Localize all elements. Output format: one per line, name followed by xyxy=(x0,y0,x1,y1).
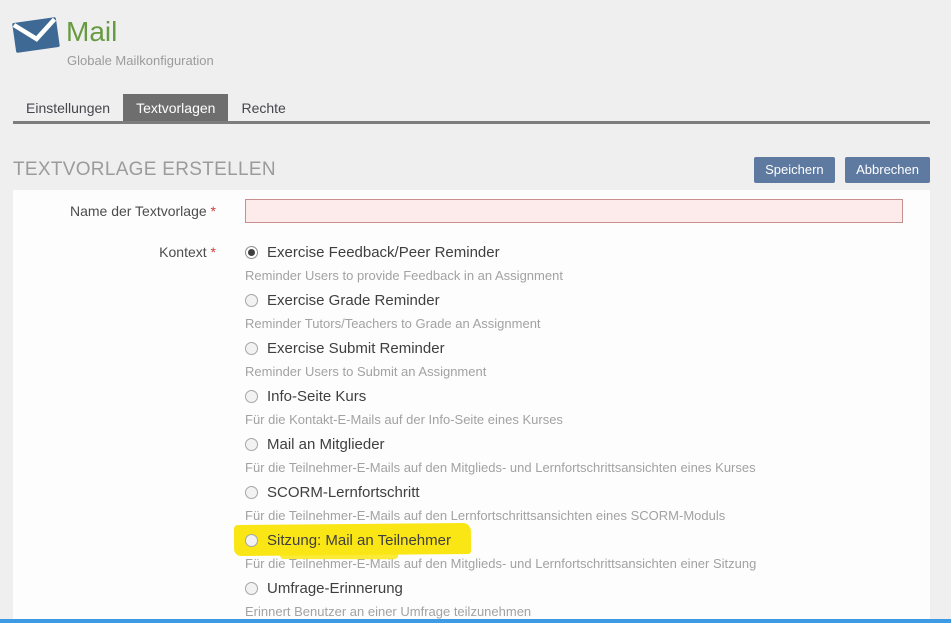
context-row: Kontext * Exercise Feedback/Peer Reminde… xyxy=(13,240,930,623)
context-option-label[interactable]: Sitzung: Mail an Teilnehmer xyxy=(267,532,451,549)
context-option-description: Für die Teilnehmer-E-Mails auf den Mitgl… xyxy=(245,456,756,480)
context-option-umfrage-erinnerung: Umfrage-Erinnerung Erinnert Benutzer an … xyxy=(245,576,756,623)
context-option-description: Reminder Tutors/Teachers to Grade an Ass… xyxy=(245,312,756,336)
window-bottom-edge xyxy=(0,619,951,623)
context-option-label[interactable]: Info-Seite Kurs xyxy=(267,388,366,405)
section-actions: Speichern Abbrechen xyxy=(748,157,930,183)
context-option-label[interactable]: Mail an Mitglieder xyxy=(267,436,385,453)
context-option-info-seite-kurs: Info-Seite Kurs Für die Kontakt-E-Mails … xyxy=(245,384,756,432)
context-option-label[interactable]: Exercise Feedback/Peer Reminder xyxy=(267,244,500,261)
tab-textvorlagen[interactable]: Textvorlagen xyxy=(123,94,228,121)
radio-button[interactable] xyxy=(245,438,258,451)
mail-configuration-page: Mail Globale Mailkonfiguration Einstellu… xyxy=(0,0,951,623)
context-option-description: Für die Kontakt-E-Mails auf der Info-Sei… xyxy=(245,408,756,432)
context-field-label: Kontext * xyxy=(13,240,245,260)
context-option-description: Reminder Users to Submit an Assignment xyxy=(245,360,756,384)
radio-button[interactable] xyxy=(245,390,258,403)
tab-einstellungen[interactable]: Einstellungen xyxy=(13,94,123,121)
context-options-list: Exercise Feedback/Peer Reminder Reminder… xyxy=(245,240,756,623)
context-field-label-text: Kontext xyxy=(159,244,206,260)
tab-rechte[interactable]: Rechte xyxy=(228,94,298,121)
required-marker: * xyxy=(211,203,216,219)
radio-button[interactable] xyxy=(245,486,258,499)
cancel-button[interactable]: Abbrechen xyxy=(845,157,930,183)
context-option-label[interactable]: Exercise Submit Reminder xyxy=(267,340,445,357)
section-title: TEXTVORLAGE ERSTELLEN xyxy=(13,159,276,181)
context-option-exercise-grade: Exercise Grade Reminder Reminder Tutors/… xyxy=(245,288,756,336)
radio-button[interactable] xyxy=(245,246,258,259)
mail-envelope-icon xyxy=(12,13,60,59)
page-subtitle: Globale Mailkonfiguration xyxy=(67,53,214,68)
context-option-exercise-feedback: Exercise Feedback/Peer Reminder Reminder… xyxy=(245,240,756,288)
context-option-sitzung-mail-an-teilnehmer: Sitzung: Mail an Teilnehmer Für die Teil… xyxy=(245,528,756,576)
context-option-mail-an-mitglieder: Mail an Mitglieder Für die Teilnehmer-E-… xyxy=(245,432,756,480)
name-row: Name der Textvorlage * xyxy=(13,199,930,223)
radio-button[interactable] xyxy=(245,534,258,547)
context-option-label[interactable]: SCORM-Lernfortschritt xyxy=(267,484,420,501)
context-option-label[interactable]: Exercise Grade Reminder xyxy=(267,292,440,309)
radio-button[interactable] xyxy=(245,342,258,355)
page-title: Mail xyxy=(66,16,117,48)
context-option-scorm-lernfortschritt: SCORM-Lernfortschritt Für die Teilnehmer… xyxy=(245,480,756,528)
save-button[interactable]: Speichern xyxy=(754,157,835,183)
section-header: TEXTVORLAGE ERSTELLEN Speichern Abbreche… xyxy=(13,157,930,183)
template-name-input[interactable] xyxy=(245,199,903,223)
context-option-exercise-submit: Exercise Submit Reminder Reminder Users … xyxy=(245,336,756,384)
tab-bar: Einstellungen Textvorlagen Rechte xyxy=(13,94,930,124)
radio-button[interactable] xyxy=(245,294,258,307)
name-field-label-text: Name der Textvorlage xyxy=(70,203,207,219)
name-field-label: Name der Textvorlage * xyxy=(13,203,245,219)
required-marker: * xyxy=(211,244,216,260)
form-panel: Name der Textvorlage * Kontext * Exercis… xyxy=(13,190,930,619)
radio-button[interactable] xyxy=(245,582,258,595)
context-option-description: Reminder Users to provide Feedback in an… xyxy=(245,264,756,288)
context-option-label[interactable]: Umfrage-Erinnerung xyxy=(267,580,403,597)
